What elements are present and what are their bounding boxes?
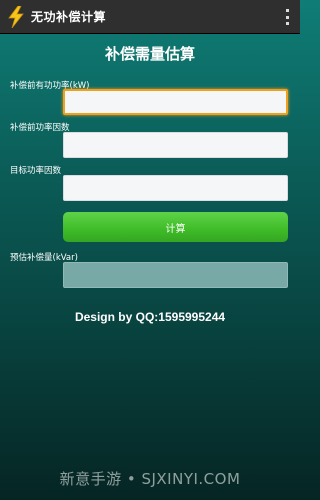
watermark: 新意手游 • SJXINYI.COM [59, 470, 241, 488]
active-power-input[interactable] [63, 89, 288, 115]
target-power-factor-label: 目标功率因数 [10, 166, 62, 176]
menu-dot [285, 9, 289, 12]
action-bar: 无功补偿计算 [0, 0, 300, 34]
calculate-button[interactable]: 计算 [63, 212, 288, 242]
page-title: 补偿需量估算 [104, 45, 195, 63]
lightning-bolt-icon[interactable] [7, 5, 25, 28]
menu-dot [285, 22, 289, 25]
overflow-menu-icon[interactable] [284, 9, 290, 25]
power-factor-before-label: 补偿前功率因数 [10, 123, 70, 133]
design-credit: Design by QQ:1595995244 [74, 310, 226, 324]
target-power-factor-input[interactable] [63, 175, 288, 201]
menu-dot [285, 15, 289, 19]
app-title: 无功补偿计算 [31, 10, 107, 24]
power-factor-before-input[interactable] [63, 132, 288, 158]
result-field [63, 262, 288, 288]
